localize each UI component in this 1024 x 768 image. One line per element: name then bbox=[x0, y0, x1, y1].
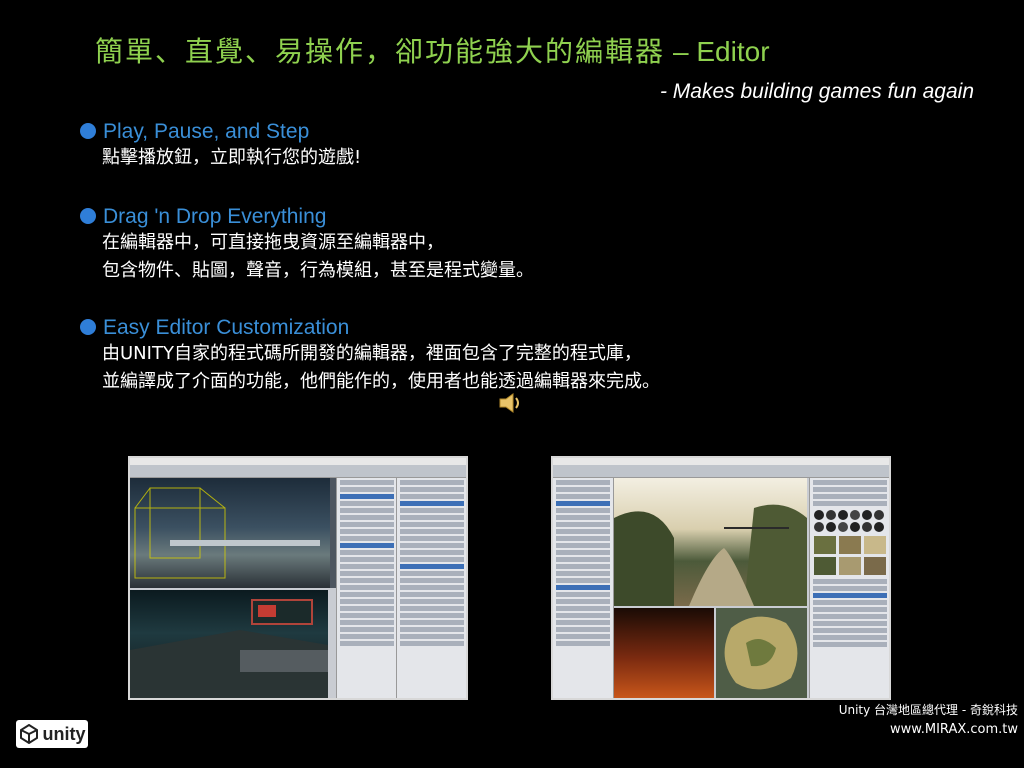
bullet-text: 由UNITY自家的程式碼所開發的編輯器，裡面包含了完整的程式庫， bbox=[102, 343, 642, 364]
bullet-drag-drop: Drag 'n Drop Everything 在編輯器中，可直接拖曳資源至編輯… bbox=[80, 205, 534, 285]
slide-title: 簡單、直覺、易操作，卻功能強大的編輯器 – Editor bbox=[95, 30, 770, 70]
bullet-dot-icon bbox=[80, 208, 96, 224]
bullet-editor-customization: Easy Editor Customization 由UNITY自家的程式碼所開… bbox=[80, 316, 660, 396]
unity-logo-icon bbox=[19, 724, 38, 744]
bullet-text: 點擊播放鈕，立即執行您的遊戲! bbox=[102, 147, 362, 168]
bullet-text: 包含物件、貼圖，聲音，行為模組，甚至是程式變量。 bbox=[102, 260, 534, 281]
footer-distributor: Unity 台灣地區總代理 - 奇銳科技 bbox=[838, 703, 1018, 717]
title-main: 簡單、直覺、易操作，卻功能強大的編輯器 bbox=[95, 35, 666, 68]
editor-screenshot-right bbox=[551, 456, 891, 700]
speaker-icon[interactable] bbox=[498, 392, 522, 414]
bullet-text: 在編輯器中，可直接拖曳資源至編輯器中， bbox=[102, 232, 444, 253]
bullet-heading: Drag 'n Drop Everything bbox=[103, 205, 327, 228]
footer-url[interactable]: www.MIRAX.com.tw bbox=[839, 720, 1018, 740]
bullet-heading: Play, Pause, and Step bbox=[103, 120, 310, 143]
bullet-play-pause-step: Play, Pause, and Step 點擊播放鈕，立即執行您的遊戲! bbox=[80, 120, 361, 172]
unity-logo: unity bbox=[16, 720, 88, 748]
slide-subtitle: - Makes building games fun again bbox=[659, 80, 974, 103]
title-suffix: – Editor bbox=[673, 36, 770, 67]
footer: Unity 台灣地區總代理 - 奇銳科技 www.MIRAX.com.tw bbox=[839, 700, 1018, 740]
editor-screenshot-left bbox=[128, 456, 468, 700]
bullet-heading: Easy Editor Customization bbox=[103, 316, 350, 339]
unity-logo-text: unity bbox=[42, 723, 86, 744]
bullet-dot-icon bbox=[80, 319, 96, 335]
bullet-dot-icon bbox=[80, 123, 96, 139]
bullet-text: 並編譯成了介面的功能，他們能作的，使用者也能透過編輯器來完成。 bbox=[102, 371, 660, 392]
